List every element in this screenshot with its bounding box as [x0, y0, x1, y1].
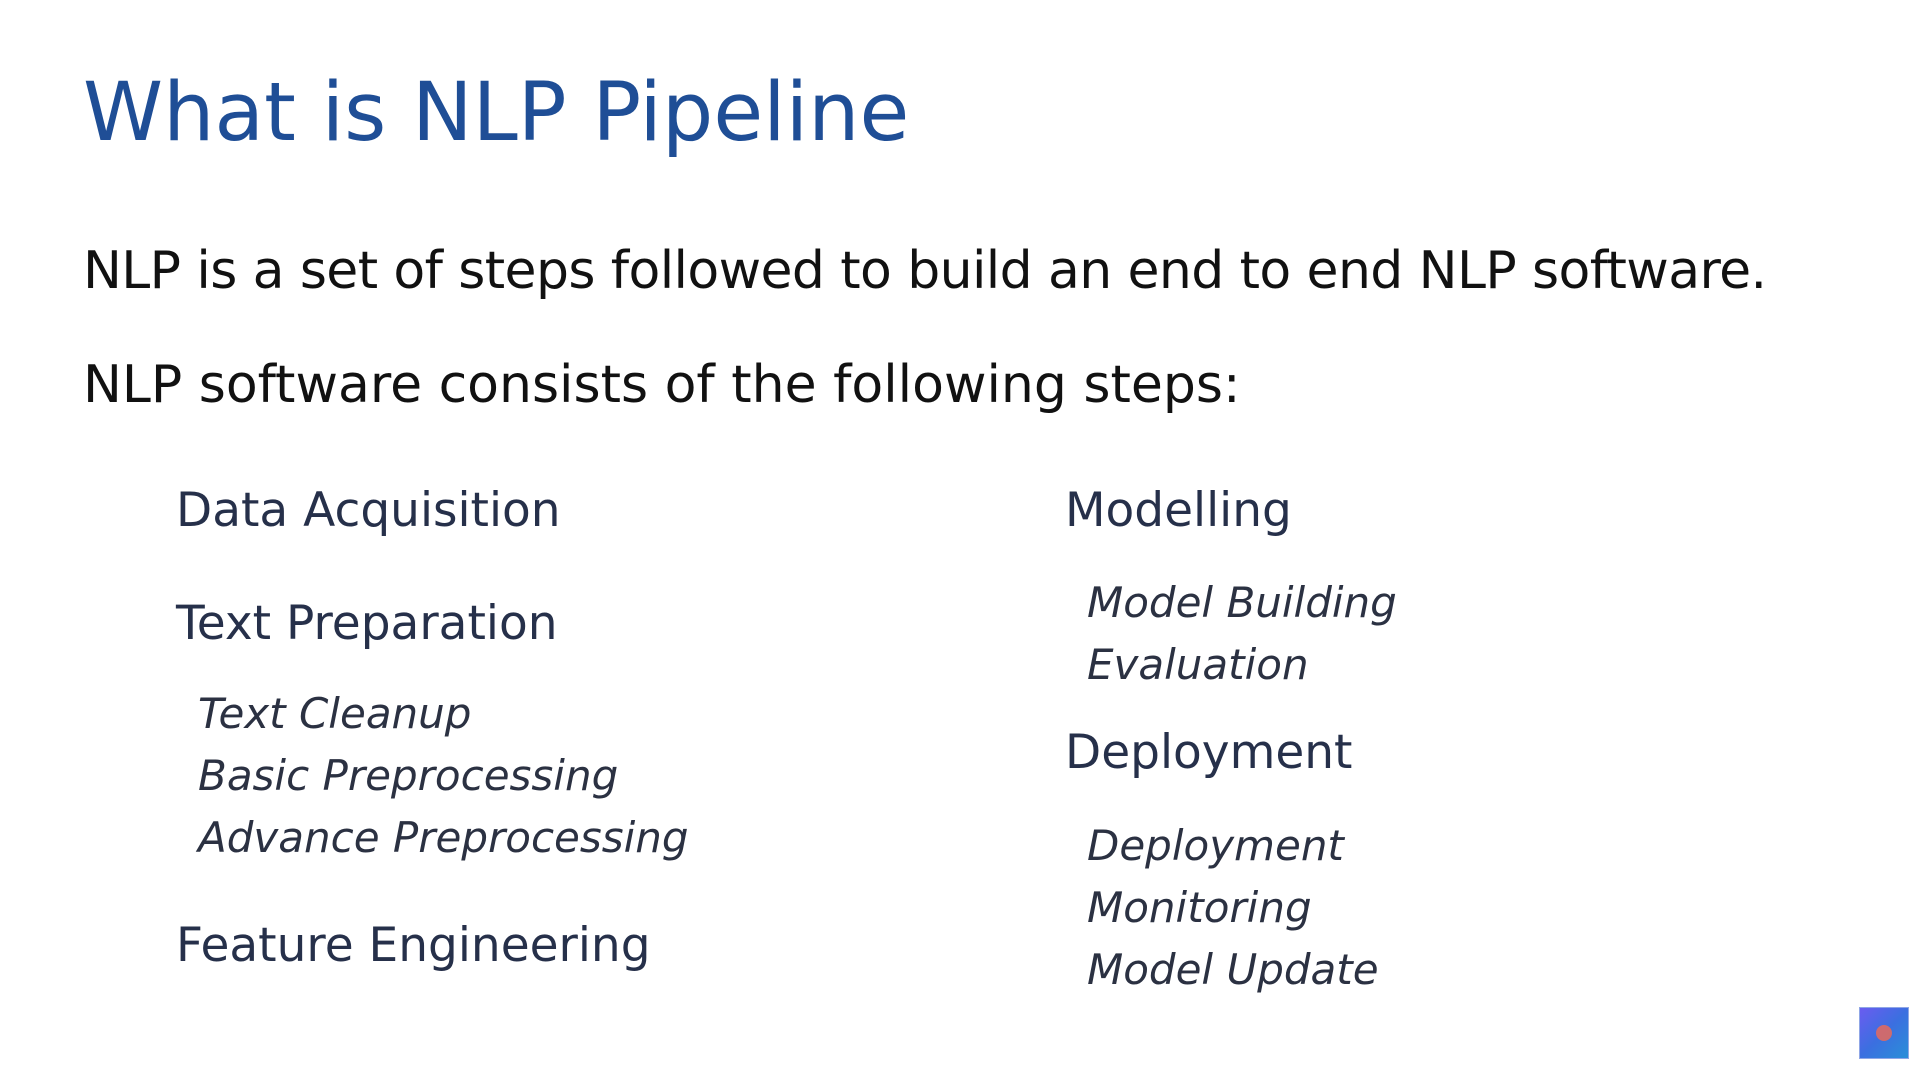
substep-text-cleanup: Text Cleanup — [198, 689, 472, 738]
slide: What is NLP Pipeline NLP is a set of ste… — [0, 0, 1920, 1080]
substep-evaluation: Evaluation — [1087, 640, 1309, 689]
step-deployment: Deployment — [1065, 725, 1353, 780]
substep-monitoring: Monitoring — [1087, 883, 1312, 932]
substep-basic-preprocessing: Basic Preprocessing — [198, 751, 619, 800]
substep-model-update: Model Update — [1087, 945, 1379, 994]
step-feature-engineering: Feature Engineering — [176, 918, 651, 973]
substep-model-building: Model Building — [1087, 578, 1397, 627]
substep-deployment: Deployment — [1087, 821, 1344, 870]
substep-advance-preprocessing: Advance Preprocessing — [198, 813, 689, 862]
thumbnail-dot-icon — [1876, 1025, 1892, 1041]
slide-title: What is NLP Pipeline — [83, 66, 910, 160]
presenter-thumbnail-icon — [1859, 1007, 1909, 1059]
step-data-acquisition: Data Acquisition — [176, 483, 561, 538]
step-text-preparation: Text Preparation — [176, 596, 558, 651]
intro-paragraph: NLP is a set of steps followed to build … — [83, 241, 1767, 301]
step-modelling: Modelling — [1065, 483, 1292, 538]
steps-intro-paragraph: NLP software consists of the following s… — [83, 355, 1241, 415]
